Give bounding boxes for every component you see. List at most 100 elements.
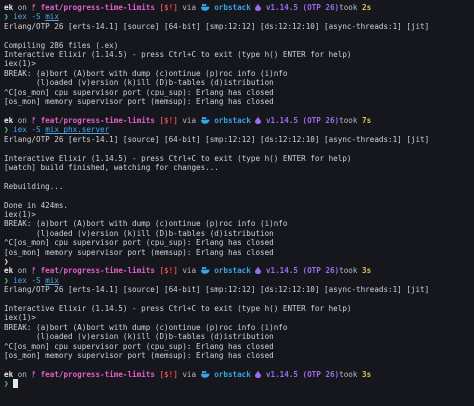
output-text: Interactive Elixir (1.14.5) - press Ctrl… (4, 304, 352, 313)
droplet-icon (255, 115, 262, 125)
prompt-symbol: ❯ (4, 12, 9, 22)
output-line: (l)oaded (v)ersion (k)ill (D)b-tables (d… (4, 229, 470, 238)
output-line: Rebuilding... (4, 182, 470, 191)
output-line: [watch] build finished, watching for cha… (4, 163, 470, 172)
prompt-user: ek (4, 3, 14, 12)
git-status: [$!] (159, 3, 178, 12)
prompt-took: took (339, 115, 358, 125)
elixir-version: v1.14.5 (OTP 26) (265, 115, 340, 125)
command-args: -S (31, 275, 41, 285)
output-line: iex(1)> (4, 59, 470, 68)
output-text: Rebuilding... (4, 181, 64, 191)
command-line: ❯ iex -S mix (4, 12, 470, 21)
prompt-user: ek (4, 115, 14, 125)
droplet-icon (255, 369, 262, 379)
command-line: ❯ iex -S mix phx.server (4, 125, 470, 134)
prompt-took: took (339, 369, 358, 379)
output-text: iex(1)> (4, 313, 37, 323)
prompt-on: on (17, 115, 27, 125)
git-branch: feat/progress-time-limits (40, 369, 155, 379)
output-line: (l)oaded (v)ersion (k)ill (D)b-tables (d… (4, 78, 470, 87)
output-text: Erlang/OTP 26 [erts-14.1] [source] [64-b… (4, 285, 430, 295)
git-status: [$!] (159, 266, 178, 276)
prompt-via: via (182, 266, 197, 276)
prompt-line: ek on ᚠ feat/progress-time-limits [$!] v… (4, 3, 470, 12)
git-branch-icon: ᚠ (31, 115, 37, 125)
git-branch-icon: ᚠ (31, 369, 37, 379)
docker-context: orbstack (214, 115, 251, 125)
droplet-icon (255, 266, 262, 275)
prompt-symbol: ❯ (4, 275, 9, 285)
output-line: BREAK: (a)bort (A)bort with dump (c)onti… (4, 69, 470, 78)
output-line: BREAK: (a)bort (A)bort with dump (c)onti… (4, 323, 470, 332)
output-text: ^C[os_mon] cpu supervisor port (cpu_sup)… (4, 341, 274, 351)
output-line: Interactive Elixir (1.14.5) - press Ctrl… (4, 154, 470, 163)
prompt-via: via (182, 115, 197, 125)
output-line: BREAK: (a)bort (A)bort with dump (c)onti… (4, 219, 470, 228)
whale-icon (200, 266, 210, 275)
output-text: [watch] build finished, watching for cha… (4, 162, 219, 172)
output-text: BREAK: (a)bort (A)bort with dump (c)onti… (4, 219, 288, 229)
git-branch: feat/progress-time-limits (40, 266, 155, 276)
command-target: mix (45, 275, 59, 285)
command-target: mix (45, 12, 59, 22)
git-branch: feat/progress-time-limits (40, 3, 155, 12)
droplet-icon (255, 3, 262, 12)
continuation-arrow: ❯ (4, 257, 470, 266)
command-duration: 3s (362, 266, 372, 276)
prompt-symbol: ❯ (4, 125, 9, 135)
elixir-version: v1.14.5 (OTP 26) (265, 266, 340, 276)
output-line: Erlang/OTP 26 [erts-14.1] [source] [64-b… (4, 135, 470, 144)
command-name: iex (13, 12, 27, 22)
output-line: ^C[os_mon] cpu supervisor port (cpu_sup)… (4, 238, 470, 247)
output-text: iex(1)> (4, 209, 37, 219)
prompt-line: ek on ᚠ feat/progress-time-limits [$!] v… (4, 266, 470, 275)
arrow-icon: ❯ (4, 256, 9, 266)
output-line: ^C[os_mon] cpu supervisor port (cpu_sup)… (4, 88, 470, 97)
command-name: iex (13, 125, 27, 135)
prompt-took: took (339, 266, 358, 276)
prompt-on: on (17, 3, 27, 12)
prompt-on: on (17, 369, 27, 379)
whale-icon (200, 116, 210, 125)
terminal-window[interactable]: ek on ᚠ feat/progress-time-limits [$!] v… (0, 0, 474, 406)
command-name: iex (13, 275, 27, 285)
output-text: [os_mon] memory supervisor port (memsup)… (4, 247, 274, 257)
prompt-user: ek (4, 266, 14, 276)
prompt-took: took (339, 3, 358, 12)
prompt-via: via (182, 3, 197, 12)
output-text: BREAK: (a)bort (A)bort with dump (c)onti… (4, 68, 288, 78)
prompt-symbol: ❯ (4, 379, 9, 389)
output-line: Erlang/OTP 26 [erts-14.1] [source] [64-b… (4, 285, 470, 294)
output-line: [os_mon] memory supervisor port (memsup)… (4, 248, 470, 257)
prompt-on: on (17, 266, 27, 276)
output-line: Interactive Elixir (1.14.5) - press Ctrl… (4, 304, 470, 313)
command-target: mix phx.server (45, 125, 110, 135)
prompt-line: ek on ᚠ feat/progress-time-limits [$!] v… (4, 369, 470, 379)
docker-context: orbstack (214, 369, 251, 379)
output-text: (l)oaded (v)ersion (k)ill (D)b-tables (d… (4, 332, 274, 342)
output-line: iex(1)> (4, 313, 470, 322)
elixir-version: v1.14.5 (OTP 26) (265, 3, 340, 12)
output-line: iex(1)> (4, 210, 470, 219)
git-branch-icon: ᚠ (31, 3, 37, 12)
output-text: Compiling 286 files (.ex) (4, 40, 119, 50)
output-line: [os_mon] memory supervisor port (memsup)… (4, 97, 470, 106)
prompt-line: ek on ᚠ feat/progress-time-limits [$!] v… (4, 115, 470, 125)
output-line: Compiling 286 files (.ex) (4, 41, 470, 50)
command-args: -S (31, 12, 41, 22)
output-text: Erlang/OTP 26 [erts-14.1] [source] [64-b… (4, 21, 430, 31)
output-line: Done in 424ms. (4, 201, 470, 210)
text-cursor[interactable] (13, 379, 19, 389)
output-text: ^C[os_mon] cpu supervisor port (cpu_sup)… (4, 238, 274, 248)
output-line: (l)oaded (v)ersion (k)ill (D)b-tables (d… (4, 332, 470, 341)
input-line[interactable]: ❯ (4, 379, 470, 389)
docker-context: orbstack (214, 266, 251, 276)
output-line: ^C[os_mon] cpu supervisor port (cpu_sup)… (4, 342, 470, 351)
